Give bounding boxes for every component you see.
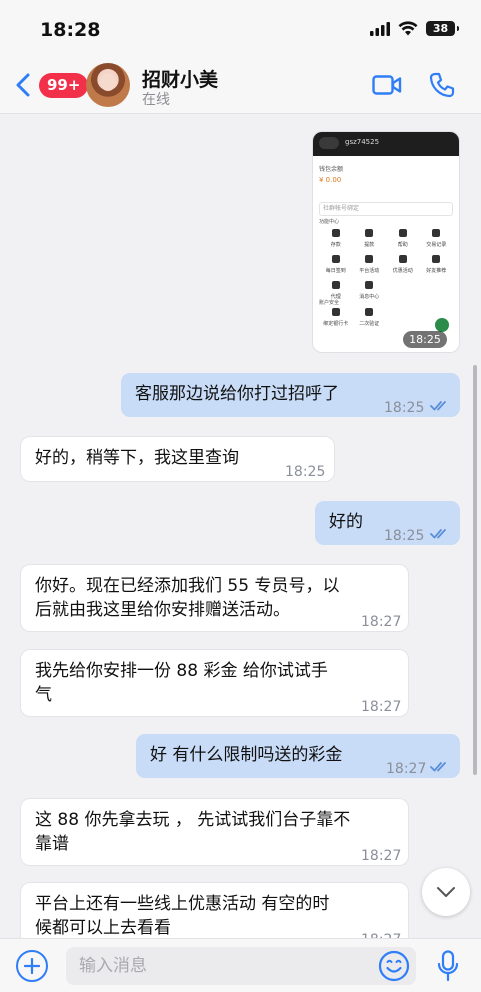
incoming-message[interactable]: 你好。现在已经添加我们 55 专员号，以 后就由我这里给你安排赠送活动。 18:… <box>21 565 408 631</box>
message-text-line: 你好。现在已经添加我们 55 专员号，以 <box>35 576 340 596</box>
status-time: 18:28 <box>40 19 101 41</box>
attach-button[interactable] <box>16 950 48 982</box>
contact-status: 在线 <box>142 92 170 108</box>
screenshot-feature-item: 提款 <box>353 226 387 252</box>
phone-icon <box>429 72 455 98</box>
app-logo <box>319 137 339 149</box>
video-camera-icon <box>372 75 402 95</box>
chat-area[interactable]: gsz74525 钱包余额 ¥ 0.00 社群帐号绑定 功能中心 存款 提款 帮… <box>0 115 481 938</box>
message-time: 18:25 <box>285 464 326 480</box>
scrollbar[interactable] <box>473 365 477 775</box>
read-receipt-icon <box>430 401 446 411</box>
screenshot-feature-grid: 存款 提款 帮助 交易记录 每日签到 平台活动 优惠活动 好友推荐 代理 消息中… <box>319 226 453 304</box>
screenshot-security-item: 绑定银行卡 <box>319 305 353 331</box>
screenshot-bind-field: 社群帐号绑定 <box>319 202 453 216</box>
message-time: 18:27 <box>386 761 427 777</box>
message-composer <box>0 938 481 992</box>
chat-header: 99+ 招财小美 在线 <box>0 56 481 114</box>
screenshot-feature-item: 存款 <box>319 226 353 252</box>
screenshot-security-grid: 绑定银行卡 二次验证 <box>319 305 453 331</box>
screenshot-feature-item: 好友推荐 <box>420 252 454 278</box>
message-text-line: 气 <box>35 685 52 705</box>
message-text: 好 有什么限制吗送的彩金 <box>150 745 343 765</box>
plus-icon <box>24 958 40 974</box>
scroll-to-bottom-button[interactable] <box>422 868 470 916</box>
status-icons: 38 <box>370 21 459 36</box>
signal-icon <box>370 21 390 36</box>
image-message[interactable]: gsz74525 钱包余额 ¥ 0.00 社群帐号绑定 功能中心 存款 提款 帮… <box>313 132 459 352</box>
message-time: 18:25 <box>384 400 425 416</box>
screenshot-features-heading: 功能中心 <box>319 219 340 225</box>
message-text-line: 平台上还有一些线上优惠活动 有空的时 <box>35 894 330 914</box>
message-text: 客服那边说给你打过招呼了 <box>135 384 339 404</box>
message-text: 好的，稍等下，我这里查询 <box>35 448 239 468</box>
wifi-icon <box>398 21 418 36</box>
message-text-line: 这 88 你先拿去玩 ， 先试试我们台子靠不 <box>35 810 351 830</box>
message-text-line: 我先给你安排一份 88 彩金 给你试试手 <box>35 661 328 681</box>
contact-avatar[interactable] <box>86 63 130 107</box>
screenshot-balance-value: ¥ 0.00 <box>319 176 342 184</box>
chevron-down-icon <box>437 887 455 897</box>
image-message-time: 18:25 <box>403 331 447 348</box>
incoming-message[interactable]: 这 88 你先拿去玩 ， 先试试我们台子靠不 靠谱 18:27 <box>21 799 408 865</box>
video-call-button[interactable] <box>372 74 402 100</box>
message-text-line: 后就由我这里给你安排赠送活动。 <box>35 600 290 620</box>
microphone-icon <box>437 950 459 982</box>
screenshot-feature-item: 帮助 <box>386 226 420 252</box>
message-input[interactable] <box>66 947 416 985</box>
voice-call-button[interactable] <box>429 72 455 102</box>
incoming-message[interactable]: 平台上还有一些线上优惠活动 有空的时 候都可以上去看看 18:27 <box>21 883 408 938</box>
incoming-message[interactable]: 好的，稍等下，我这里查询 18:25 <box>21 437 334 481</box>
voice-message-button[interactable] <box>437 950 459 986</box>
message-time: 18:27 <box>361 848 402 864</box>
unread-badge[interactable]: 99+ <box>39 73 89 98</box>
message-time: 18:27 <box>361 928 401 938</box>
chevron-left-icon <box>16 73 30 97</box>
screenshot-feature-item: 每日签到 <box>319 252 353 278</box>
message-time: 18:27 <box>361 614 402 630</box>
screenshot-balance-label: 钱包余额 <box>319 166 344 173</box>
screenshot-feature-item: 平台活动 <box>353 252 387 278</box>
message-text: 好的 <box>329 512 363 532</box>
read-receipt-icon <box>430 529 446 539</box>
screenshot-security-item: 二次验证 <box>353 305 387 331</box>
emoji-icon <box>378 950 410 982</box>
outgoing-message[interactable]: 好的 18:25 <box>315 501 460 545</box>
message-time: 18:27 <box>361 699 402 715</box>
outgoing-message[interactable]: 客服那边说给你打过招呼了 18:25 <box>121 373 460 417</box>
floating-service-icon <box>435 318 449 332</box>
message-text-line: 靠谱 <box>35 834 69 854</box>
screenshot-account: gsz74525 <box>345 138 380 146</box>
emoji-button[interactable] <box>378 950 410 986</box>
screenshot-header: gsz74525 <box>313 132 459 156</box>
status-bar: 18:28 38 <box>0 0 481 56</box>
message-text-line: 候都可以上去看看 <box>35 918 171 938</box>
read-receipt-icon <box>430 762 446 772</box>
screenshot-feature-item: 交易记录 <box>420 226 454 252</box>
back-button[interactable] <box>16 70 36 100</box>
battery-indicator: 38 <box>426 21 459 36</box>
incoming-message[interactable]: 我先给你安排一份 88 彩金 给你试试手 气 18:27 <box>21 650 408 716</box>
message-time: 18:25 <box>384 528 425 544</box>
outgoing-message[interactable]: 好 有什么限制吗送的彩金 18:27 <box>136 734 460 778</box>
screenshot-feature-item: 优惠活动 <box>386 252 420 278</box>
contact-name[interactable]: 招财小美 <box>142 65 218 92</box>
